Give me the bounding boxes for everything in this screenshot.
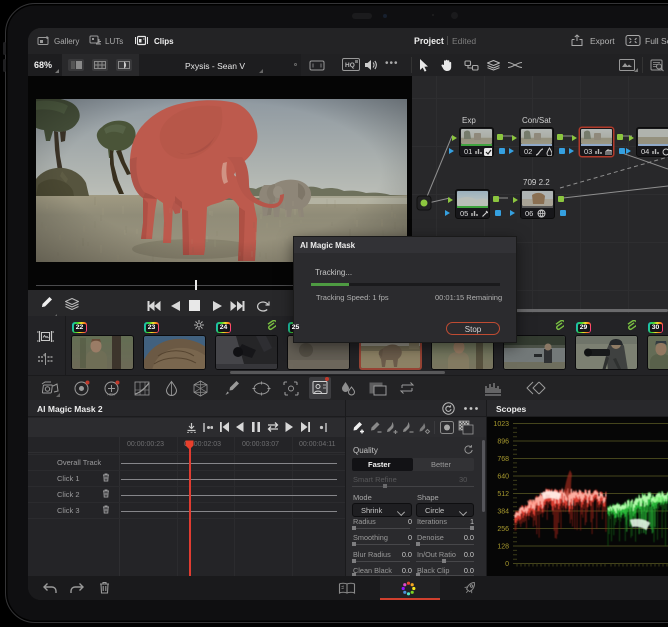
svg-text:256: 256	[497, 526, 509, 533]
svg-text:HDR: HDR	[107, 393, 115, 397]
svg-text:128: 128	[497, 544, 509, 551]
svg-text:640: 640	[497, 474, 509, 481]
svg-text:896: 896	[497, 439, 509, 446]
svg-text:768: 768	[497, 456, 509, 463]
svg-text:512: 512	[497, 491, 509, 498]
svg-text:0: 0	[505, 561, 509, 568]
svg-text:1023: 1023	[493, 421, 509, 428]
svg-text:384: 384	[497, 509, 509, 516]
